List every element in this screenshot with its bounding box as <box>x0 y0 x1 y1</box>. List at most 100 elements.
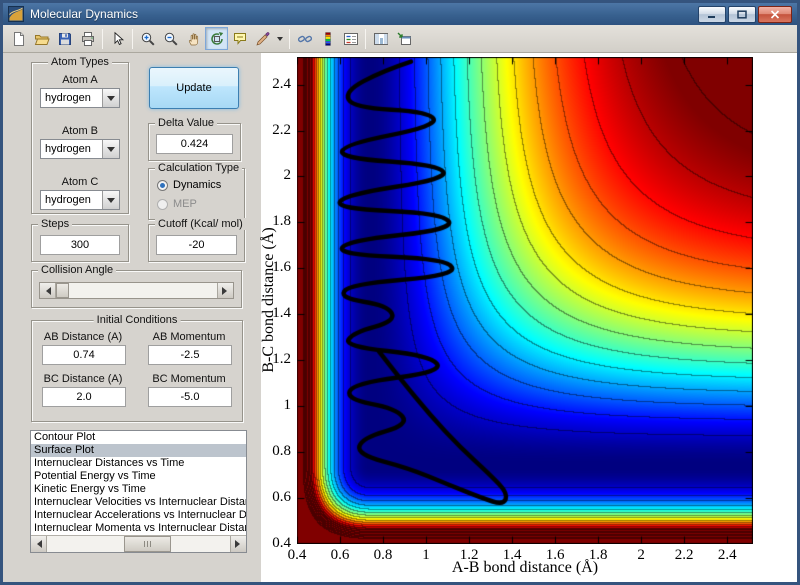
dock-figure-icon[interactable] <box>392 27 415 50</box>
list-item[interactable]: Surface Plot <box>31 444 246 457</box>
print-figure-icon[interactable] <box>76 27 99 50</box>
save-figure-icon[interactable] <box>53 27 76 50</box>
zoom-out-icon[interactable] <box>159 27 182 50</box>
triangle-left-icon <box>42 287 51 295</box>
panel-title: Cutoff (Kcal/ mol) <box>155 218 246 230</box>
ab-momentum-label: AB Momentum <box>144 331 234 343</box>
pan-icon[interactable] <box>182 27 205 50</box>
list-item[interactable]: Contour Plot <box>31 431 246 444</box>
y-tick-label: 2 <box>251 167 291 184</box>
atom-c-dropdown[interactable]: hydrogen <box>40 190 120 210</box>
dropdown-button[interactable] <box>102 89 119 107</box>
radio-label: Dynamics <box>173 179 221 191</box>
slider-track[interactable] <box>56 283 217 298</box>
edit-plot-icon[interactable] <box>106 27 129 50</box>
y-tick-label: 0.4 <box>251 535 291 552</box>
atom-c-label: Atom C <box>32 176 128 188</box>
ab-distance-field[interactable] <box>42 345 126 365</box>
list-item[interactable]: Kinetic Energy vs Time <box>31 483 246 496</box>
x-axis-title: A-B bond distance (Å) <box>452 559 598 577</box>
plot-type-listbox[interactable]: Contour PlotSurface PlotInternuclear Dis… <box>30 430 247 553</box>
radio-selected-icon <box>157 180 168 191</box>
bc-momentum-label: BC Momentum <box>144 373 234 385</box>
zoom-in-icon[interactable] <box>136 27 159 50</box>
panel-title: Delta Value <box>155 117 217 129</box>
chevron-down-icon <box>107 147 115 156</box>
cutoff-field[interactable] <box>156 235 237 255</box>
y-tick-label: 2.2 <box>251 122 291 139</box>
radio-unselected-icon <box>157 199 168 210</box>
atom-b-value: hydrogen <box>41 140 102 158</box>
panel-title: Atom Types <box>48 56 112 68</box>
rotate-3d-icon[interactable] <box>205 27 228 50</box>
listbox-items: Contour PlotSurface PlotInternuclear Dis… <box>31 431 246 535</box>
scrollbar-thumb[interactable] <box>124 536 172 552</box>
open-file-icon[interactable] <box>30 27 53 50</box>
ab-distance-label: AB Distance (A) <box>38 331 128 343</box>
list-item[interactable]: Internuclear Velocities vs Internuclear … <box>31 496 246 509</box>
data-cursor-icon[interactable] <box>228 27 251 50</box>
atom-a-value: hydrogen <box>41 89 102 107</box>
contour-plot-canvas[interactable] <box>297 57 753 544</box>
slider-right-arrow[interactable] <box>217 283 233 298</box>
triangle-left-icon <box>33 540 42 548</box>
hide-plot-tools-icon[interactable] <box>369 27 392 50</box>
toolbar-separator <box>289 29 290 49</box>
new-figure-icon[interactable] <box>7 27 30 50</box>
mep-radio[interactable]: MEP <box>157 198 197 210</box>
bc-distance-label: BC Distance (A) <box>38 373 128 385</box>
minimize-button[interactable] <box>698 6 726 23</box>
atom-b-label: Atom B <box>32 125 128 137</box>
ab-momentum-field[interactable] <box>148 345 232 365</box>
figure-toolbar <box>3 25 797 53</box>
dropdown-button[interactable] <box>102 191 119 209</box>
triangle-right-icon <box>222 287 231 295</box>
bc-momentum-field[interactable] <box>148 387 232 407</box>
x-tick-label: 0.6 <box>320 547 360 564</box>
list-item[interactable]: Internuclear Distances vs Time <box>31 457 246 470</box>
y-tick-label: 0.6 <box>251 489 291 506</box>
scrollbar-track[interactable] <box>47 536 230 552</box>
y-tick-label: 1 <box>251 397 291 414</box>
brush-icon[interactable] <box>251 27 274 50</box>
x-tick-label: 2.4 <box>707 547 747 564</box>
scrollbar-left-arrow[interactable] <box>31 536 47 552</box>
list-item[interactable]: Internuclear Accelerations vs Internucle… <box>31 509 246 522</box>
link-plot-icon[interactable] <box>293 27 316 50</box>
atom-b-dropdown[interactable]: hydrogen <box>40 139 120 159</box>
initial-conditions-panel: Initial Conditions AB Distance (A) AB Mo… <box>31 320 243 422</box>
chevron-down-icon <box>107 96 115 105</box>
maximize-button[interactable] <box>728 6 756 23</box>
insert-colorbar-icon[interactable] <box>316 27 339 50</box>
atom-a-dropdown[interactable]: hydrogen <box>40 88 120 108</box>
collision-angle-slider[interactable] <box>39 282 234 299</box>
steps-field[interactable] <box>40 235 120 255</box>
scrollbar-right-arrow[interactable] <box>230 536 246 552</box>
delta-value-panel: Delta Value <box>148 123 241 161</box>
chevron-down-icon <box>107 198 115 207</box>
delta-value-field[interactable] <box>156 134 233 154</box>
bc-distance-field[interactable] <box>42 387 126 407</box>
atom-types-panel: Atom Types Atom A hydrogen Atom B hydrog… <box>31 62 129 214</box>
x-tick-label: 2 <box>621 547 661 564</box>
window-title: Molecular Dynamics <box>30 7 138 21</box>
dynamics-radio[interactable]: Dynamics <box>157 179 221 191</box>
brush-options-dropdown-icon[interactable] <box>274 27 286 50</box>
panel-title: Calculation Type <box>155 162 242 174</box>
slider-left-arrow[interactable] <box>40 283 56 298</box>
steps-panel: Steps <box>31 224 129 262</box>
update-button[interactable]: Update <box>149 67 239 109</box>
close-button[interactable] <box>758 6 792 23</box>
panel-title: Steps <box>38 218 72 230</box>
dropdown-button[interactable] <box>102 140 119 158</box>
insert-legend-icon[interactable] <box>339 27 362 50</box>
app-icon <box>8 6 24 22</box>
y-tick-label: 2.4 <box>251 76 291 93</box>
y-axis-title: B-C bond distance (Å) <box>260 227 278 372</box>
x-tick-label: 0.8 <box>363 547 403 564</box>
slider-thumb[interactable] <box>56 283 69 298</box>
list-item[interactable]: Potential Energy vs Time <box>31 470 246 483</box>
list-item[interactable]: Internuclear Momenta vs Internuclear Dis… <box>31 522 246 535</box>
listbox-horizontal-scrollbar[interactable] <box>31 535 246 552</box>
atom-a-label: Atom A <box>32 74 128 86</box>
